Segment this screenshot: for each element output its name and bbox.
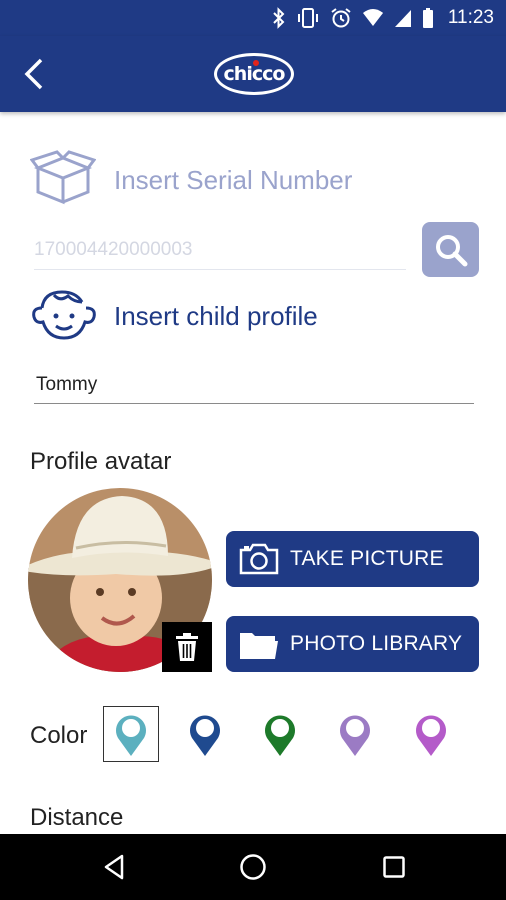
nav-home-button[interactable] bbox=[235, 849, 271, 885]
alarm-icon bbox=[330, 7, 352, 29]
photo-library-button[interactable]: PHOTO LIBRARY bbox=[226, 616, 479, 672]
camera-icon bbox=[236, 542, 282, 576]
square-recents-icon bbox=[383, 856, 405, 878]
circle-home-icon bbox=[240, 854, 266, 880]
package-box-icon bbox=[29, 150, 97, 211]
serial-header: Insert Serial Number bbox=[29, 150, 353, 211]
bluetooth-icon bbox=[272, 7, 286, 29]
navigation-bar bbox=[0, 834, 506, 900]
photo-library-label: PHOTO LIBRARY bbox=[290, 632, 463, 655]
map-pin-icon bbox=[190, 715, 220, 756]
color-label: Color bbox=[30, 722, 88, 749]
serial-label: Insert Serial Number bbox=[114, 165, 353, 195]
form-content[interactable]: Insert Serial Number Insert child profil… bbox=[0, 112, 506, 834]
back-arrow-icon bbox=[24, 58, 43, 90]
delete-avatar-button[interactable] bbox=[162, 622, 212, 672]
status-bar: 11:23 bbox=[0, 0, 506, 36]
app-bar: chicco bbox=[0, 36, 506, 112]
child-profile-label: Insert child profile bbox=[114, 301, 318, 331]
map-pin-icon bbox=[116, 715, 146, 756]
map-pin-icon bbox=[340, 715, 370, 756]
child-name-input[interactable] bbox=[34, 366, 474, 404]
folder-icon bbox=[236, 627, 282, 661]
color-option-purple[interactable] bbox=[403, 706, 459, 762]
color-option-blue[interactable] bbox=[177, 706, 233, 762]
serial-number-input[interactable] bbox=[34, 230, 406, 270]
take-picture-label: TAKE PICTURE bbox=[290, 547, 444, 570]
signal-icon bbox=[394, 8, 412, 28]
distance-label: Distance bbox=[30, 804, 124, 831]
color-option-green[interactable] bbox=[252, 706, 308, 762]
battery-icon bbox=[422, 7, 434, 29]
take-picture-button[interactable]: TAKE PICTURE bbox=[226, 531, 479, 587]
triangle-back-icon bbox=[104, 854, 124, 880]
wifi-icon bbox=[362, 8, 384, 28]
search-button[interactable] bbox=[422, 222, 479, 277]
color-option-lavender[interactable] bbox=[327, 706, 383, 762]
clock: 11:23 bbox=[447, 7, 494, 28]
baby-face-icon bbox=[30, 286, 98, 347]
map-pin-icon bbox=[265, 715, 295, 756]
profile-avatar-label: Profile avatar bbox=[30, 448, 172, 475]
nav-back-button[interactable] bbox=[96, 849, 132, 885]
vibrate-icon bbox=[296, 7, 320, 29]
child-profile-header: Insert child profile bbox=[30, 286, 318, 347]
trash-icon bbox=[176, 633, 198, 661]
color-option-teal[interactable] bbox=[103, 706, 159, 762]
logo-text: chicco bbox=[223, 63, 286, 85]
chicco-logo: chicco bbox=[214, 53, 294, 95]
search-icon bbox=[435, 234, 467, 266]
nav-recents-button[interactable] bbox=[376, 849, 412, 885]
status-icons: 11:23 bbox=[272, 5, 494, 31]
back-button[interactable] bbox=[14, 54, 54, 94]
map-pin-icon bbox=[416, 715, 446, 756]
